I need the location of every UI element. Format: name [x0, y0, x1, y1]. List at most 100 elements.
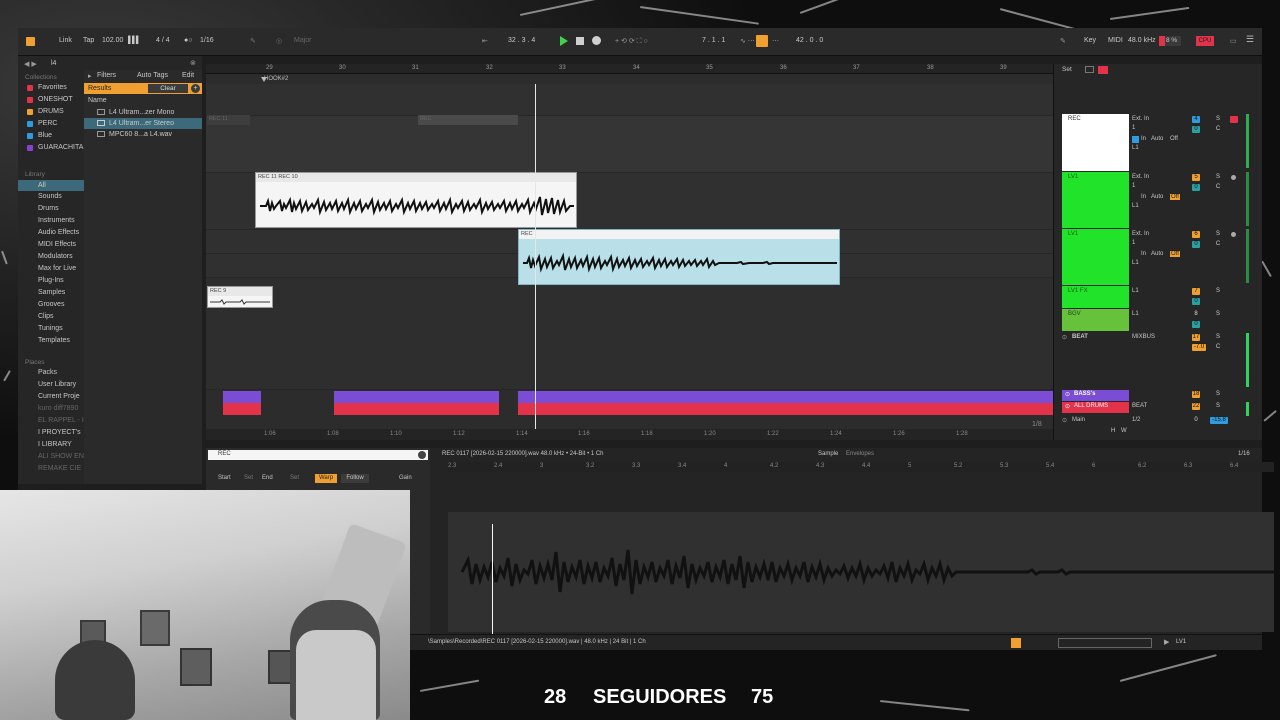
- expand-track-icon[interactable]: ▶: [1164, 638, 1169, 646]
- track-header-lv1-b[interactable]: LV1: [1062, 229, 1129, 285]
- arrangement-position-icon[interactable]: ⇤: [482, 37, 488, 45]
- main-fold-icon[interactable]: ⊙: [1062, 417, 1067, 424]
- midi-clip-bass[interactable]: [223, 391, 261, 403]
- draw-mode-icon[interactable]: ✎: [1060, 37, 1066, 45]
- track-number[interactable]: 8: [1192, 311, 1200, 318]
- send-value[interactable]: 0: [1192, 126, 1200, 133]
- browser-search[interactable]: l4: [51, 60, 56, 67]
- clip-name-field[interactable]: REC: [208, 450, 428, 460]
- filters-toggle[interactable]: Filters: [97, 72, 116, 79]
- send-value[interactable]: 0: [1192, 321, 1200, 328]
- auto-tags-button[interactable]: Auto Tags: [137, 72, 168, 79]
- midi-clip-bass[interactable]: [334, 391, 499, 403]
- group-fold-icon[interactable]: ⊙: [1065, 391, 1070, 398]
- track-lane-rec[interactable]: [206, 84, 1053, 116]
- main-volume[interactable]: 0: [1192, 417, 1200, 424]
- loop-start-field[interactable]: 7 . 1 . 1: [702, 37, 725, 44]
- name-column-header[interactable]: Name: [88, 97, 107, 104]
- playhead[interactable]: [535, 84, 536, 430]
- warning-icon[interactable]: [1011, 638, 1021, 648]
- loop-switch-icon[interactable]: [756, 35, 768, 47]
- solo-button[interactable]: S: [1214, 231, 1222, 238]
- stop-icon[interactable]: [576, 37, 584, 45]
- group-fold-icon[interactable]: ⊙: [1065, 403, 1070, 410]
- track-number[interactable]: 18: [1192, 391, 1200, 398]
- metronome-icon[interactable]: ●○: [184, 37, 192, 44]
- add-tag-icon[interactable]: +: [191, 84, 200, 93]
- track-number[interactable]: 4: [1192, 116, 1200, 123]
- library-item-selected[interactable]: All: [18, 180, 84, 191]
- record-icon[interactable]: [592, 36, 601, 45]
- audio-clip-drums[interactable]: [518, 403, 1053, 415]
- track-header-bgv[interactable]: BGV: [1062, 309, 1129, 331]
- play-icon[interactable]: [560, 36, 568, 46]
- key-select[interactable]: Major: [294, 37, 312, 44]
- clip-ghost[interactable]: REC 11: [207, 115, 250, 125]
- track-number[interactable]: 5: [1192, 174, 1200, 181]
- midi-map-button[interactable]: MIDI: [1108, 37, 1123, 44]
- h-button[interactable]: H: [1111, 428, 1115, 434]
- solo-button[interactable]: S: [1214, 116, 1222, 123]
- overview-scrollbar[interactable]: [1058, 638, 1152, 648]
- loop-length-field[interactable]: 42 . 0 . 0: [796, 37, 823, 44]
- solo-button[interactable]: S: [1214, 334, 1222, 341]
- quantize-select[interactable]: 1/16: [200, 37, 214, 44]
- file-item-selected[interactable]: L4 Ultram...er Stereo: [84, 118, 202, 129]
- warp-button[interactable]: Warp: [315, 474, 337, 483]
- solo-button[interactable]: S: [1214, 391, 1222, 398]
- follow-icon[interactable]: ◎: [276, 37, 282, 45]
- sample-ruler[interactable]: 2.3 2.4 3 3.2 3.3 3.4 4 4.2 4.3 4.4 5 5.…: [448, 462, 1274, 472]
- arm-button[interactable]: [1231, 175, 1236, 180]
- follow-button[interactable]: Follow: [341, 474, 369, 483]
- main-track-header[interactable]: ⊙ Main 1/2 0 -15.8 H W: [1062, 416, 1262, 438]
- tab-sample[interactable]: Sample: [818, 451, 838, 457]
- app-menu-icon[interactable]: [26, 37, 35, 46]
- track-header-drums[interactable]: ⊙ ALL DRUMS: [1062, 402, 1129, 413]
- back-icon[interactable]: ◀ ▶: [24, 60, 37, 68]
- draw-icon[interactable]: ✎: [250, 37, 256, 45]
- cue-button[interactable]: C: [1214, 126, 1222, 133]
- clip-ghost[interactable]: REC: [418, 115, 518, 125]
- audio-clip-rec9[interactable]: REC 9: [207, 286, 273, 308]
- solo-button[interactable]: S: [1214, 311, 1222, 318]
- zoom-level[interactable]: 1/8: [1032, 421, 1042, 428]
- locator-marker-icon[interactable]: [261, 77, 267, 82]
- time-ruler[interactable]: 1:06 1:08 1:10 1:12 1:14 1:16 1:18 1:20 …: [206, 421, 1053, 440]
- set-start-button[interactable]: Set: [244, 475, 253, 481]
- solo-button[interactable]: S: [1214, 174, 1222, 181]
- grid-setting[interactable]: 1/16: [1238, 451, 1250, 457]
- group-fold-icon[interactable]: ⊙: [1062, 334, 1067, 341]
- main-output[interactable]: 1/2: [1132, 417, 1140, 423]
- track-header-lv1-fx[interactable]: LV1 FX: [1062, 286, 1129, 308]
- tap-button[interactable]: Tap: [83, 37, 94, 44]
- tempo-field[interactable]: 102.00: [102, 37, 123, 44]
- send-value[interactable]: 0: [1192, 184, 1200, 191]
- midi-clip-bass[interactable]: [518, 391, 1053, 403]
- edit-button[interactable]: Edit: [182, 72, 194, 79]
- time-signature[interactable]: 4 / 4: [156, 37, 170, 44]
- menu-icon[interactable]: ☰: [1246, 34, 1254, 45]
- clear-button[interactable]: Clear: [148, 84, 188, 93]
- cue-button[interactable]: C: [1214, 184, 1222, 191]
- nudge-icon[interactable]: ▌▌▌: [128, 37, 141, 44]
- position-field[interactable]: 32 . 3 . 4: [508, 37, 535, 44]
- punch-out-icon[interactable]: ⋯: [772, 37, 779, 45]
- cue-button[interactable]: C: [1214, 344, 1222, 351]
- send-value[interactable]: -7.0: [1192, 344, 1206, 351]
- track-header-beat[interactable]: ⊙ BEAT: [1062, 333, 1129, 345]
- track-number[interactable]: 17: [1192, 334, 1200, 341]
- sample-editor[interactable]: [448, 512, 1274, 632]
- track-header-bass[interactable]: ⊙ BASS's: [1062, 390, 1129, 401]
- solo-button[interactable]: S: [1214, 403, 1222, 410]
- arm-button[interactable]: [1230, 116, 1238, 123]
- overdub-icon[interactable]: + ⟲ ⟳ ⛶ ○: [615, 37, 648, 46]
- track-number[interactable]: 22: [1192, 403, 1200, 410]
- solo-button[interactable]: S: [1214, 288, 1222, 295]
- audio-clip-drums[interactable]: [223, 403, 261, 415]
- track-lane-lv1[interactable]: [206, 116, 1053, 173]
- locator-hook[interactable]: HOOK#2: [264, 76, 288, 82]
- file-item[interactable]: L4 Ultram...zer Mono: [84, 107, 202, 118]
- link-button[interactable]: Link: [59, 37, 72, 44]
- w-button[interactable]: W: [1121, 428, 1127, 434]
- send-value[interactable]: 0: [1192, 241, 1200, 248]
